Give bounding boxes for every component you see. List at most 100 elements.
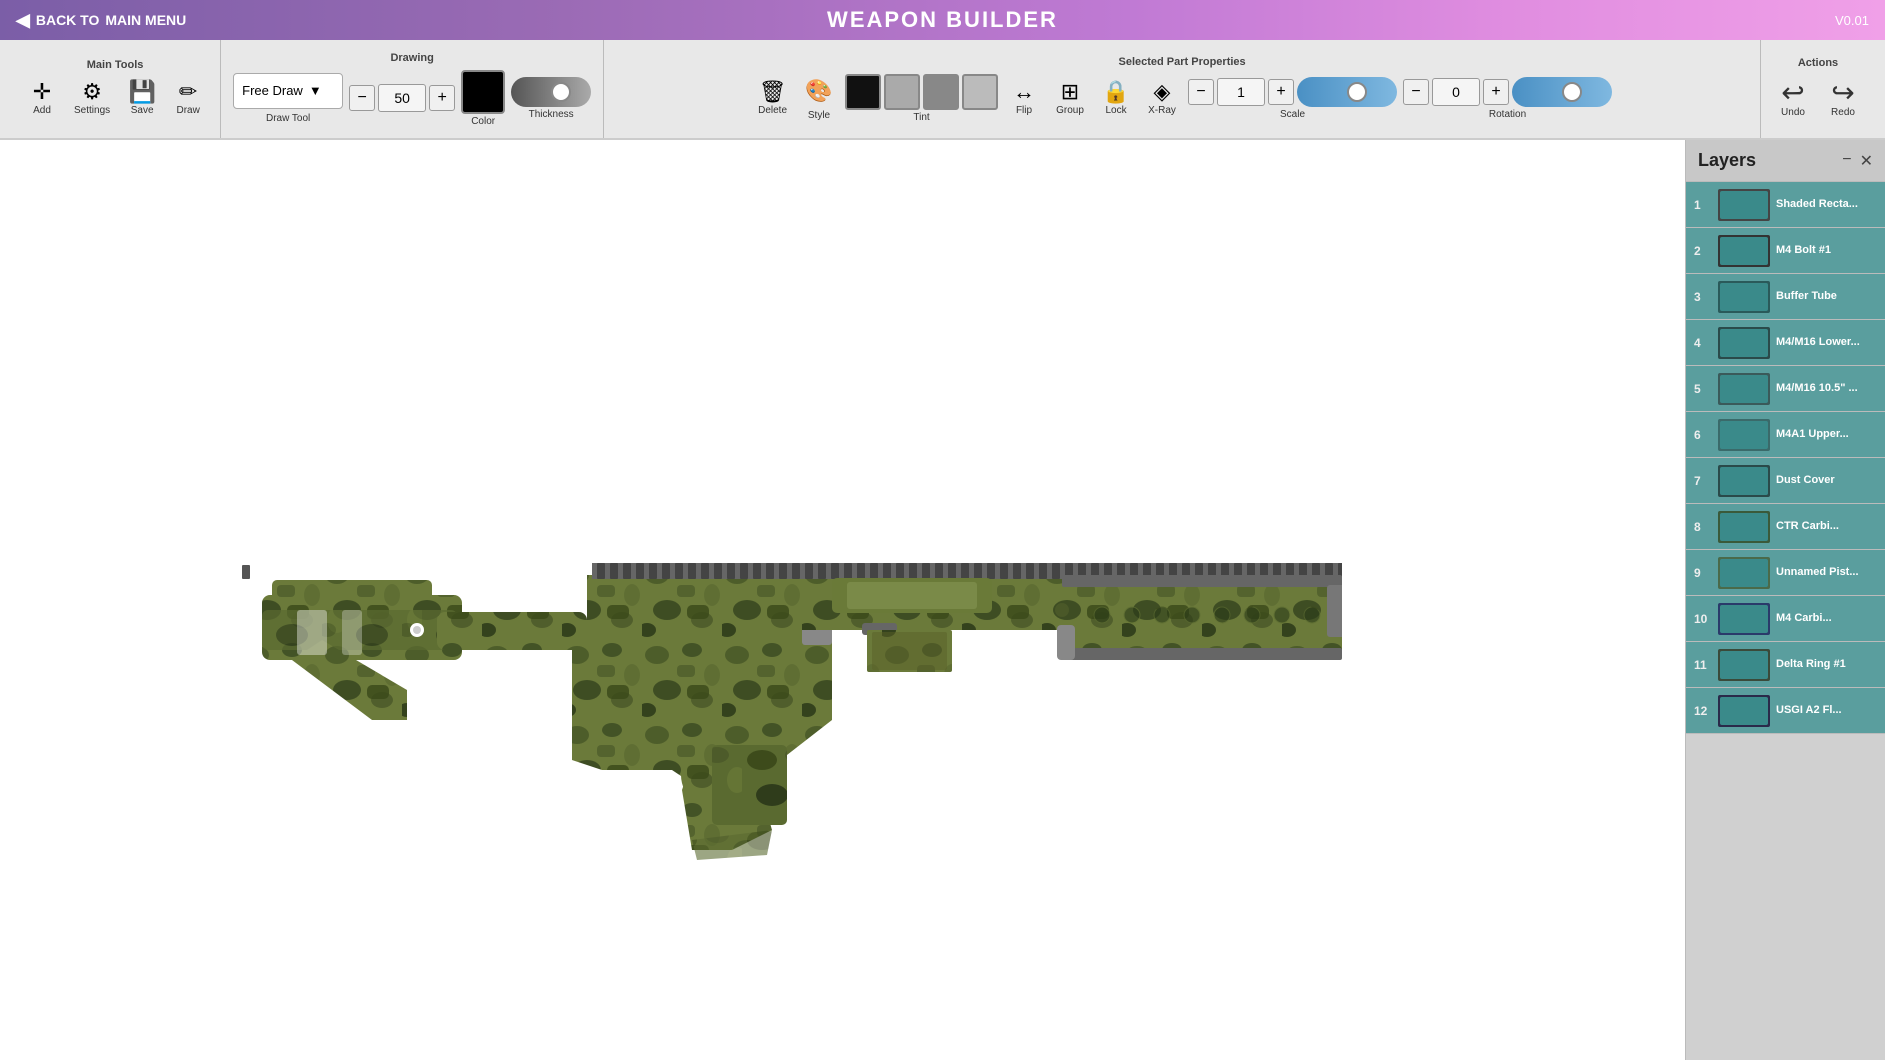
save-icon: 💾 xyxy=(128,81,155,103)
style-button[interactable]: 🎨 xyxy=(799,76,839,108)
draw-tool-select[interactable]: Free Draw ▼ xyxy=(233,73,343,109)
scale-minus-button[interactable]: − xyxy=(1188,79,1214,105)
toolbar: Main Tools ✛ Add ⚙ Settings 💾 Save ✏ Dra… xyxy=(0,40,1885,140)
undo-button[interactable]: ↩ Undo xyxy=(1773,75,1813,122)
selected-part-section: Selected Part Properties 🗑 Delete 🎨 Styl… xyxy=(604,40,1761,138)
layer-number: 9 xyxy=(1694,566,1712,580)
layer-name: M4 Carbi... xyxy=(1776,611,1832,625)
flip-button[interactable]: ↔ Flip xyxy=(1004,77,1044,120)
layer-number: 12 xyxy=(1694,704,1712,718)
main-tools-controls: ✛ Add ⚙ Settings 💾 Save ✏ Draw xyxy=(22,77,208,120)
xray-button[interactable]: ◈ X-Ray xyxy=(1142,77,1182,120)
layer-name: Dust Cover xyxy=(1776,473,1835,487)
actions-section: Actions ↩ Undo ↪ Redo xyxy=(1761,40,1875,138)
dropdown-arrow-icon: ▼ xyxy=(309,83,322,98)
layer-item[interactable]: 1 Shaded Recta... xyxy=(1686,182,1885,228)
layers-close-button[interactable]: ✕ xyxy=(1860,151,1873,171)
layer-item[interactable]: 9 Unnamed Pist... xyxy=(1686,550,1885,596)
tint-swatch-2[interactable] xyxy=(884,74,920,110)
layer-thumbnail xyxy=(1718,189,1770,221)
layers-window-controls: − ✕ xyxy=(1842,151,1873,171)
layer-number: 7 xyxy=(1694,474,1712,488)
settings-icon: ⚙ xyxy=(82,81,102,103)
save-button[interactable]: 💾 Save xyxy=(122,77,162,120)
layer-name: M4 Bolt #1 xyxy=(1776,243,1831,257)
xray-icon: ◈ xyxy=(1154,81,1171,103)
tint-swatch-1[interactable] xyxy=(845,74,881,110)
rotation-label: Rotation xyxy=(1489,109,1526,120)
settings-button[interactable]: ⚙ Settings xyxy=(68,77,116,120)
layer-item[interactable]: 3 Buffer Tube xyxy=(1686,274,1885,320)
layers-minimize-button[interactable]: − xyxy=(1842,151,1851,171)
layer-thumbnail xyxy=(1718,235,1770,267)
layer-item[interactable]: 10 M4 Carbi... xyxy=(1686,596,1885,642)
delete-button[interactable]: 🗑 Delete xyxy=(752,77,793,120)
thickness-slider[interactable] xyxy=(511,77,591,107)
layer-name: Unnamed Pist... xyxy=(1776,565,1859,579)
layer-name: M4/M16 10.5" ... xyxy=(1776,381,1858,395)
drawing-controls: Free Draw ▼ Draw Tool − + Color xyxy=(233,70,591,127)
layers-panel: Layers − ✕ 1 Shaded Recta... 2 M4 Bolt #… xyxy=(1685,140,1885,1060)
rotation-value-input[interactable] xyxy=(1432,78,1480,106)
scale-slider[interactable] xyxy=(1297,77,1397,107)
back-button[interactable]: ◀ BACK TO MAIN MENU xyxy=(16,10,186,31)
layers-list: 1 Shaded Recta... 2 M4 Bolt #1 3 Buffer … xyxy=(1686,182,1885,1060)
layer-item[interactable]: 11 Delta Ring #1 xyxy=(1686,642,1885,688)
draw-label: Draw xyxy=(176,105,199,116)
lock-icon: 🔒 xyxy=(1102,81,1129,103)
actions-label: Actions xyxy=(1798,57,1838,69)
save-label: Save xyxy=(131,105,154,116)
layer-item[interactable]: 2 M4 Bolt #1 xyxy=(1686,228,1885,274)
tint-label: Tint xyxy=(913,112,929,123)
style-label: Style xyxy=(808,110,830,121)
color-swatch[interactable] xyxy=(461,70,505,114)
layer-item[interactable]: 6 M4A1 Upper... xyxy=(1686,412,1885,458)
rotation-plus-button[interactable]: + xyxy=(1483,79,1509,105)
layer-item[interactable]: 5 M4/M16 10.5" ... xyxy=(1686,366,1885,412)
weapon-display: {[...Array(60)].map((_, i) => ``).join('… xyxy=(242,400,1342,900)
layer-name: CTR Carbi... xyxy=(1776,519,1839,533)
main-tools-label: Main Tools xyxy=(87,59,144,71)
group-button[interactable]: ⊞ Group xyxy=(1050,77,1090,120)
selected-part-label: Selected Part Properties xyxy=(1118,56,1245,68)
drawing-minus-button[interactable]: − xyxy=(349,85,375,111)
layer-item[interactable]: 12 USGI A2 Fl... xyxy=(1686,688,1885,734)
scale-plus-button[interactable]: + xyxy=(1268,79,1294,105)
main-tools-section: Main Tools ✛ Add ⚙ Settings 💾 Save ✏ Dra… xyxy=(10,40,221,138)
layer-thumbnail xyxy=(1718,511,1770,543)
layer-item[interactable]: 4 M4/M16 Lower... xyxy=(1686,320,1885,366)
layer-thumbnail xyxy=(1718,281,1770,313)
flip-icon: ↔ xyxy=(1013,81,1035,103)
drawing-section: Drawing Free Draw ▼ Draw Tool − + xyxy=(221,40,604,138)
layer-name: Delta Ring #1 xyxy=(1776,657,1846,671)
rotation-minus-button[interactable]: − xyxy=(1403,79,1429,105)
layer-item[interactable]: 8 CTR Carbi... xyxy=(1686,504,1885,550)
redo-button[interactable]: ↪ Redo xyxy=(1823,75,1863,122)
layer-item[interactable]: 7 Dust Cover xyxy=(1686,458,1885,504)
tint-swatch-4[interactable] xyxy=(962,74,998,110)
add-label: Add xyxy=(33,105,51,116)
rotation-slider[interactable] xyxy=(1512,77,1612,107)
layer-thumbnail xyxy=(1718,373,1770,405)
draw-icon: ✏ xyxy=(179,81,197,103)
undo-icon: ↩ xyxy=(1781,79,1804,107)
top-nav: ◀ BACK TO MAIN MENU WEAPON BUILDER V0.01 xyxy=(0,0,1885,40)
layer-number: 4 xyxy=(1694,336,1712,350)
undo-redo-controls: ↩ Undo ↪ Redo xyxy=(1773,75,1863,122)
canvas-area[interactable]: {[...Array(60)].map((_, i) => ``).join('… xyxy=(0,140,1685,1060)
drawing-plus-button[interactable]: + xyxy=(429,85,455,111)
drawing-value-input[interactable] xyxy=(378,84,426,112)
tint-swatch-3[interactable] xyxy=(923,74,959,110)
xray-label: X-Ray xyxy=(1148,105,1176,116)
settings-label: Settings xyxy=(74,105,110,116)
layer-number: 10 xyxy=(1694,612,1712,626)
drawing-label: Drawing xyxy=(390,52,433,64)
group-icon: ⊞ xyxy=(1061,81,1079,103)
back-to-text: BACK TO xyxy=(36,12,100,28)
draw-button[interactable]: ✏ Draw xyxy=(168,77,208,120)
add-button[interactable]: ✛ Add xyxy=(22,77,62,120)
main-content: {[...Array(60)].map((_, i) => ``).join('… xyxy=(0,140,1885,1060)
lock-button[interactable]: 🔒 Lock xyxy=(1096,77,1136,120)
scale-value-input[interactable] xyxy=(1217,78,1265,106)
layer-number: 11 xyxy=(1694,658,1712,672)
